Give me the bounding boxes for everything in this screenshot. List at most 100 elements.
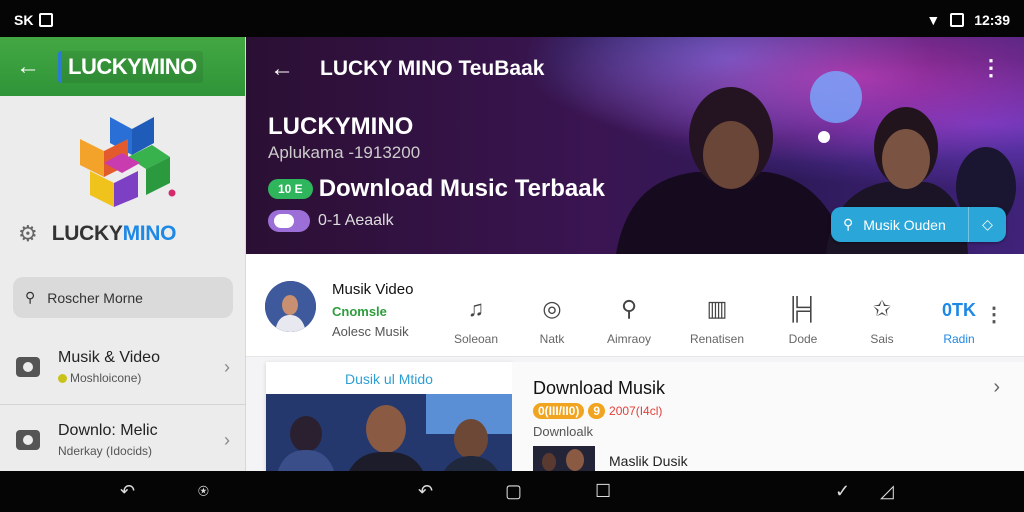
hero-subtitle: Aplukama -1913200 (268, 143, 421, 162)
gear-icon[interactable]: ⚙ (18, 221, 38, 247)
download-card-subtitle: Downloalk (533, 424, 593, 439)
video-card[interactable]: Dusik ul Mtido (266, 362, 512, 471)
music-button-label: Musik Ouden (863, 216, 946, 233)
sidebar-search-label: Roscher Morne (47, 289, 143, 306)
chevron-right-icon: › (224, 356, 230, 377)
music-note-icon: ♫ (467, 296, 485, 321)
search-icon: ⚲ (25, 289, 36, 305)
category-item[interactable]: ╠╡ Dode (763, 296, 843, 346)
category-label: Soleoan (453, 332, 499, 346)
hero-top-title: LUCKY MINO TeuBaak (320, 57, 545, 80)
brand-name: LUCKYMINO (51, 222, 177, 246)
sidebar: ← LUCKYMINO ⚙ LUCKYMINO ⚲ Roscher Morne … (0, 37, 246, 471)
brand-name-part2: MINO (122, 222, 177, 245)
battery-icon (950, 13, 965, 27)
category-label: Natk (539, 332, 565, 346)
search-icon: ⚲ (843, 216, 854, 232)
main-content: ← LUCKY MINO TeuBaak ⋮ LUCKYMINO Aplukam… (246, 37, 1024, 471)
avatar[interactable] (265, 281, 316, 332)
home-icon[interactable]: ▢ (505, 481, 522, 502)
rating-badge: 0(III/II0) (533, 403, 585, 419)
more-vert-icon[interactable]: ⋮ (984, 302, 1004, 327)
profile-info: Musik Video Cnomsle Aolesc Musik (332, 281, 413, 339)
status-right: ▼ 12:39 (926, 12, 1010, 28)
hero-toggle-label: 0-1 Aeaalk (318, 212, 394, 229)
sidebar-item-label: Musik & Video (58, 349, 160, 366)
disc-icon: ◎ (542, 296, 562, 321)
pin-icon[interactable]: ◇ (969, 216, 1006, 233)
category-label: Radin (943, 332, 975, 346)
back-arrow-icon[interactable]: ← (270, 55, 294, 83)
wifi-icon: ▼ (926, 12, 941, 28)
sidebar-search[interactable]: ⚲ Roscher Morne (13, 277, 233, 318)
category-item[interactable]: ▥ Renatisen (677, 296, 757, 346)
download-card-badges: 0(III/II0) 9 2007(I4cl) (533, 403, 662, 419)
back-nav-icon[interactable]: ↶ (120, 481, 135, 502)
video-thumbnail (266, 394, 512, 471)
sidebar-item-label: Downlo: Melic (58, 422, 158, 439)
hero-brand: LUCKYMINO (268, 113, 414, 140)
divider (0, 404, 246, 405)
category-label: Dode (788, 332, 818, 346)
hero-toolbar: ← LUCKY MINO TeuBaak (270, 55, 544, 83)
navigation-bar: ↶ ⍟ ↶ ▢ ☐ ✓ ◿ (0, 471, 1024, 512)
camera-icon (16, 430, 40, 450)
list-item-thumbnail (533, 446, 595, 471)
sidebar-item-sub: Nderkay (Idocids) (58, 444, 153, 458)
hero-headline-row: 10 E Download Music Terbaak (268, 175, 605, 203)
camera-icon (16, 357, 40, 377)
chevron-right-icon: › (224, 429, 230, 450)
bars-icon: ╠╡ (787, 296, 819, 321)
music-button[interactable]: ⚲ Musik Ouden ◇ (831, 207, 1006, 242)
category-label: Sais (870, 332, 894, 346)
category-item[interactable]: ◎ Natk (512, 296, 592, 346)
hero-toggle-row: 0-1 Aeaalk (268, 210, 394, 232)
rotate-icon[interactable]: ◿ (880, 481, 894, 502)
category-label: Renatisen (689, 332, 745, 346)
profile-title: Musik Video (332, 281, 414, 298)
carrier-text: SK (14, 12, 34, 28)
list-item[interactable]: Maslik Dusik (533, 446, 688, 471)
app-logo (70, 109, 180, 214)
star-icon: ✩ (872, 296, 892, 321)
category-label: Aimraoy (606, 332, 651, 346)
category-item[interactable]: ✩ Sais (842, 296, 922, 346)
version-pill: 10 E (268, 179, 313, 199)
sidebar-item-sub: Moshloicone) (70, 371, 142, 385)
undo-icon[interactable]: ↶ (418, 481, 433, 502)
brand-row: ⚙ LUCKYMINO (18, 221, 177, 247)
download-card-title: Download Musik (533, 378, 666, 398)
clock: 12:39 (974, 12, 1010, 28)
sidebar-title: LUCKYMINO (58, 50, 203, 83)
search-icon: ⚲ (620, 296, 638, 321)
profile-subtitle: Aolesc Musik (332, 324, 409, 339)
sidebar-item-music-video[interactable]: Musik & Video Moshloicone) › (0, 334, 246, 400)
sidebar-item-download[interactable]: Downlo: Melic Nderkay (Idocids) › (0, 407, 246, 471)
status-left: SK (14, 12, 54, 28)
list-item-label: Maslik Dusik (609, 453, 688, 469)
hero-headline: Download Music Terbaak (318, 175, 605, 202)
profile-status: Cnomsle (332, 304, 387, 319)
status-bar: SK ▼ 12:39 (0, 0, 1024, 37)
video-card-header: Dusik ul Mtido (345, 371, 433, 387)
sidebar-header: ← LUCKYMINO (0, 37, 245, 96)
status-dot-icon (58, 373, 67, 383)
keyboard-icon[interactable]: ✓ (835, 481, 850, 502)
hero-banner: ← LUCKY MINO TeuBaak ⋮ LUCKYMINO Aplukam… (246, 37, 1024, 254)
download-card[interactable]: Download Musik › 0(III/II0) 9 2007(I4cl)… (512, 362, 1024, 471)
category-row: Musik Video Cnomsle Aolesc Musik ♫ Soleo… (246, 254, 1024, 357)
date-text: 2007(I4cl) (609, 404, 663, 418)
notification-icon (39, 13, 54, 27)
recents-icon[interactable]: ☐ (595, 481, 611, 502)
more-vert-icon[interactable]: ⋮ (980, 55, 1002, 81)
chart-icon: ▥ (706, 296, 728, 321)
category-item[interactable]: ⚲ Aimraoy (589, 296, 669, 346)
screenshot-icon[interactable]: ⍟ (198, 481, 209, 502)
back-arrow-icon[interactable]: ← (16, 53, 44, 81)
chevron-right-icon[interactable]: › (993, 376, 1000, 399)
count-badge: 9 (588, 403, 606, 419)
app-window: ← LUCKYMINO ⚙ LUCKYMINO ⚲ Roscher Morne … (0, 37, 1024, 471)
toggle-switch[interactable] (268, 210, 310, 232)
brand-name-part1: LUCKY (51, 222, 123, 245)
category-item[interactable]: ♫ Soleoan (436, 296, 516, 346)
